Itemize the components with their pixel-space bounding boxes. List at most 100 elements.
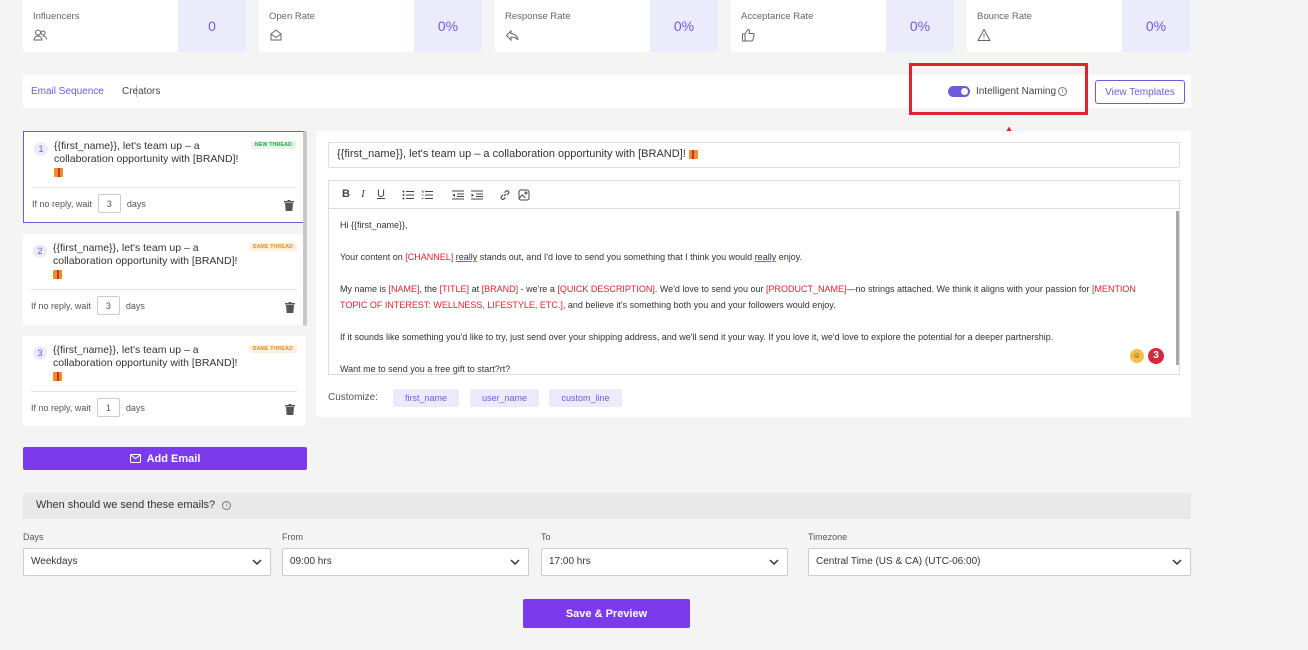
trash-icon[interactable] bbox=[284, 200, 294, 211]
placeholder-brand: [BRAND] bbox=[481, 284, 519, 294]
timezone-label: Timezone bbox=[808, 532, 848, 542]
subject-text: {{first_name}}, let's team up – a collab… bbox=[337, 148, 686, 160]
tab-creators[interactable]: Creators bbox=[122, 86, 160, 97]
chevron-down-icon bbox=[769, 559, 779, 566]
stat-label: Influencers bbox=[33, 11, 80, 22]
editor-scrollbar[interactable] bbox=[1176, 211, 1179, 365]
stat-card-influencers: Influencers 0 bbox=[23, 0, 246, 52]
body-paragraph-3: If it sounds like something you'd like t… bbox=[340, 332, 1054, 342]
body-text: —no strings attached. We think it aligns… bbox=[846, 284, 1092, 294]
email-card-3[interactable]: 3 {{first_name}}, let's team up – a coll… bbox=[23, 336, 305, 426]
email-number: 1 bbox=[34, 142, 48, 156]
stat-value: 0% bbox=[1122, 0, 1190, 52]
body-paragraph-1: Your content on [CHANNEL] really stands … bbox=[340, 249, 1160, 265]
schedule-question: When should we send these emails? i bbox=[36, 499, 232, 511]
wait-days-input[interactable]: 1 bbox=[96, 398, 120, 417]
gift-icon bbox=[54, 167, 63, 177]
image-icon[interactable] bbox=[518, 189, 530, 201]
customize-chip-custom-line[interactable]: custom_line bbox=[549, 389, 622, 407]
body-text: Your content on bbox=[340, 252, 406, 262]
numbered-list-icon[interactable] bbox=[421, 190, 433, 200]
wait-suffix: days bbox=[126, 198, 146, 209]
stat-label: Response Rate bbox=[505, 11, 571, 22]
schedule-header: When should we send these emails? i bbox=[23, 493, 1191, 519]
days-value: Weekdays bbox=[31, 556, 78, 567]
stat-card-bounce-rate: Bounce Rate 0% bbox=[967, 0, 1190, 52]
stat-value: 0% bbox=[650, 0, 718, 52]
chevron-down-icon bbox=[252, 559, 262, 566]
trash-icon[interactable] bbox=[285, 404, 295, 415]
email-subject: {{first_name}}, let's team up – a collab… bbox=[54, 140, 244, 179]
underline-icon[interactable]: U bbox=[374, 188, 388, 200]
wait-suffix: days bbox=[125, 402, 145, 413]
add-email-label: Add Email bbox=[146, 452, 201, 465]
wait-row: If no reply, wait 1 days bbox=[31, 398, 145, 417]
wait-row: If no reply, wait 3 days bbox=[32, 194, 146, 213]
stat-card-response-rate: Response Rate 0% bbox=[495, 0, 718, 52]
indent-icon[interactable] bbox=[471, 190, 483, 200]
email-subject-text: {{first_name}}, let's team up – a collab… bbox=[53, 344, 238, 369]
email-body-editor[interactable]: Hi {{first_name}}, Your content on [CHAN… bbox=[328, 209, 1180, 375]
card-divider bbox=[31, 289, 297, 290]
chevron-down-icon bbox=[510, 559, 520, 566]
reply-icon bbox=[505, 29, 519, 42]
customize-chip-first-name[interactable]: first_name bbox=[393, 389, 459, 407]
from-value: 09:00 hrs bbox=[290, 556, 332, 567]
wait-suffix: days bbox=[125, 300, 145, 311]
email-card-1[interactable]: 1 {{first_name}}, let's team up – a coll… bbox=[23, 131, 305, 223]
tab-email-sequence[interactable]: Email Sequence bbox=[31, 86, 104, 97]
emoji-icon[interactable]: ☺ bbox=[1130, 349, 1144, 363]
to-select[interactable]: 17:00 hrs bbox=[541, 548, 788, 576]
to-label: To bbox=[541, 532, 551, 542]
italic-icon[interactable]: I bbox=[356, 188, 370, 200]
email-subject-text: {{first_name}}, let's team up – a collab… bbox=[53, 242, 238, 267]
gift-icon bbox=[53, 371, 62, 381]
warning-icon bbox=[977, 28, 991, 41]
wait-prefix: If no reply, wait bbox=[31, 300, 91, 311]
placeholder-title: [TITLE] bbox=[439, 284, 470, 294]
stat-label: Acceptance Rate bbox=[741, 11, 814, 22]
body-greeting: Hi {{first_name}}, bbox=[340, 220, 408, 230]
spellcheck-word: really bbox=[455, 252, 478, 262]
wait-prefix: If no reply, wait bbox=[32, 198, 92, 209]
placeholder-channel: [CHANNEL] bbox=[405, 252, 454, 262]
email-list-scrollbar[interactable] bbox=[303, 131, 307, 326]
wait-days-input[interactable]: 3 bbox=[96, 296, 120, 315]
email-number: 3 bbox=[33, 346, 47, 360]
timezone-select[interactable]: Central Time (US & CA) (UTC-06:00) bbox=[808, 548, 1191, 576]
stat-value: 0% bbox=[886, 0, 954, 52]
bullet-list-icon[interactable] bbox=[402, 190, 414, 200]
placeholder-name: [NAME] bbox=[388, 284, 420, 294]
customize-chip-user-name[interactable]: user_name bbox=[470, 389, 539, 407]
subject-input[interactable]: {{first_name}}, let's team up – a collab… bbox=[328, 142, 1180, 168]
placeholder-product: [PRODUCT_NAME] bbox=[765, 284, 847, 294]
stat-label: Open Rate bbox=[269, 11, 315, 22]
to-value: 17:00 hrs bbox=[549, 556, 591, 567]
notification-count-badge[interactable]: 3 bbox=[1148, 348, 1164, 364]
stat-value: 0 bbox=[178, 0, 246, 52]
timezone-value: Central Time (US & CA) (UTC-06:00) bbox=[816, 556, 981, 567]
days-label: Days bbox=[23, 532, 44, 542]
thumbs-up-icon bbox=[742, 28, 755, 42]
from-label: From bbox=[282, 532, 303, 542]
email-subject: {{first_name}}, let's team up – a collab… bbox=[53, 344, 243, 383]
trash-icon[interactable] bbox=[285, 302, 295, 313]
outdent-icon[interactable] bbox=[452, 190, 464, 200]
add-email-button[interactable]: Add Email bbox=[23, 447, 307, 470]
body-text: , and believe it's something both you an… bbox=[562, 300, 836, 310]
view-templates-button[interactable]: View Templates bbox=[1095, 80, 1185, 104]
save-preview-button[interactable]: Save & Preview bbox=[523, 599, 690, 628]
email-card-2[interactable]: 2 {{first_name}}, let's team up – a coll… bbox=[23, 234, 305, 325]
body-text: at bbox=[469, 284, 482, 294]
body-text: My name is bbox=[340, 284, 389, 294]
stat-value: 0% bbox=[414, 0, 482, 52]
from-select[interactable]: 09:00 hrs bbox=[282, 548, 529, 576]
days-select[interactable]: Weekdays bbox=[23, 548, 271, 576]
gift-icon bbox=[688, 149, 698, 159]
card-divider bbox=[31, 391, 297, 392]
stat-card-acceptance-rate: Acceptance Rate 0% bbox=[731, 0, 954, 52]
bold-icon[interactable]: B bbox=[339, 188, 353, 200]
link-icon[interactable] bbox=[499, 189, 511, 201]
info-icon[interactable]: i bbox=[222, 500, 232, 510]
wait-days-input[interactable]: 3 bbox=[97, 194, 121, 213]
